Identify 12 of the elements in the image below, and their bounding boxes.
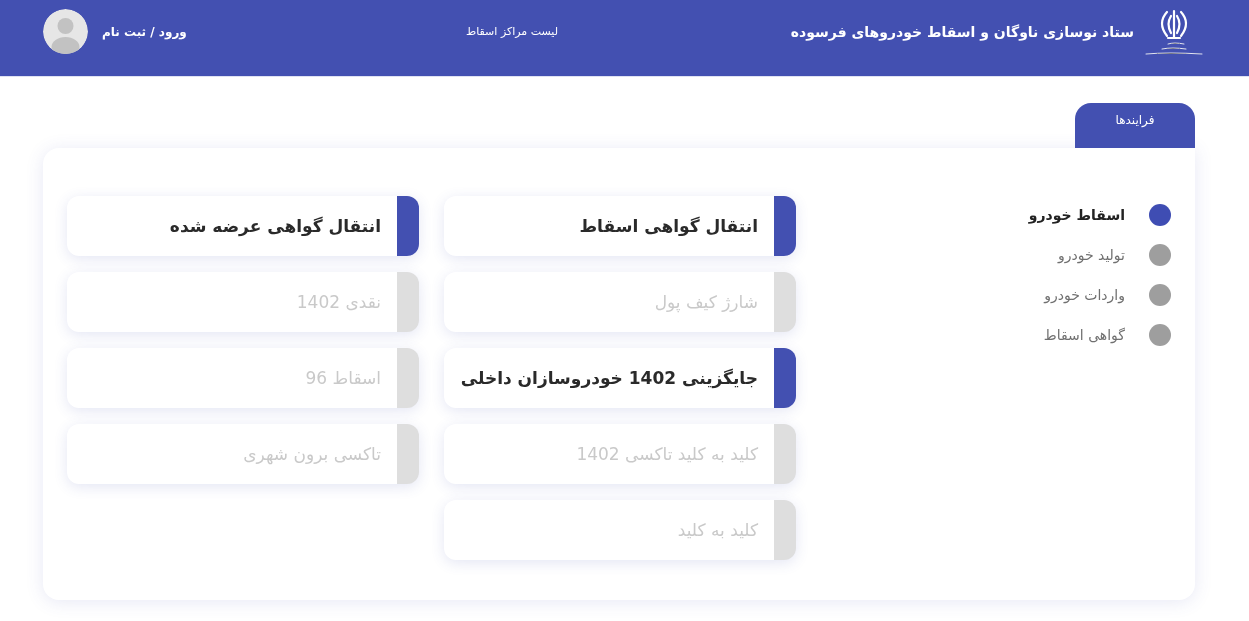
- avatar-icon[interactable]: [43, 9, 88, 54]
- processes-tab[interactable]: فرایندها: [1075, 103, 1195, 148]
- service-button[interactable]: انتقال گواهی عرضه شده: [67, 196, 419, 256]
- process-item[interactable]: تولید خودرو: [1028, 244, 1171, 266]
- service-button[interactable]: جایگزینی 1402 خودروسازان داخلی: [444, 348, 796, 408]
- process-item[interactable]: گواهی اسقاط: [1028, 324, 1171, 346]
- process-item[interactable]: اسقاط خودرو: [1028, 204, 1171, 226]
- process-item[interactable]: واردات خودرو: [1028, 284, 1171, 306]
- login-link[interactable]: ورود / ثبت نام: [102, 24, 187, 39]
- nav-link[interactable]: لیست مراکز اسقاط: [466, 25, 558, 38]
- service-button[interactable]: انتقال گواهی اسقاط: [444, 196, 796, 256]
- site-title: ستاد نوسازی ناوگان و اسقاط خودروهای فرسوده: [790, 23, 1134, 40]
